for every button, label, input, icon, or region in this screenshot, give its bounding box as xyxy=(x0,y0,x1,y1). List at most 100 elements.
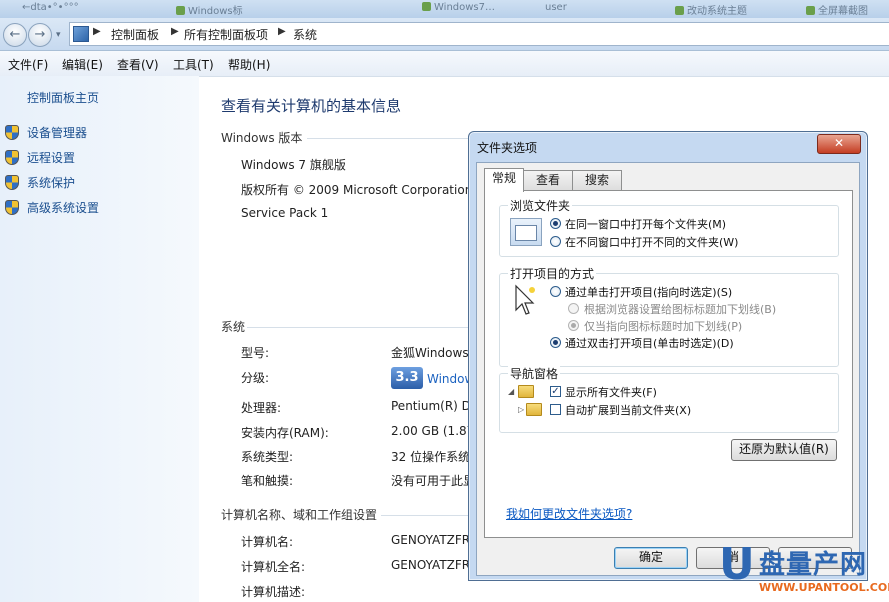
taskbar-tab[interactable]: 全屏幕截图 xyxy=(806,2,889,16)
divider xyxy=(247,327,469,328)
same-window-radio[interactable] xyxy=(550,218,561,229)
app-icon xyxy=(675,6,684,15)
folder-icon xyxy=(518,385,534,398)
breadcrumb-separator[interactable]: ▶ xyxy=(278,26,286,37)
show-all-folders-label[interactable]: 显示所有文件夹(F) xyxy=(565,384,657,400)
system-protection-link[interactable]: 系统保护 xyxy=(5,174,75,192)
system-heading: 系统 xyxy=(221,320,246,334)
page-title: 查看有关计算机的基本信息 xyxy=(221,97,402,115)
tab-search[interactable]: 搜索 xyxy=(572,170,622,191)
system-type-value: 32 位操作系统 xyxy=(391,450,471,464)
auto-expand-label[interactable]: 自动扩展到当前文件夹(X) xyxy=(565,402,691,418)
tab-view[interactable]: 查看 xyxy=(523,170,573,191)
shield-icon xyxy=(5,125,19,140)
remote-settings-link[interactable]: 远程设置 xyxy=(5,149,75,167)
link-label: 设备管理器 xyxy=(27,126,88,140)
pen-touch-value: 没有可用于此显 xyxy=(391,474,476,488)
model-label: 型号: xyxy=(241,346,270,360)
link-label: 高级系统设置 xyxy=(27,201,100,215)
shield-icon xyxy=(5,200,19,215)
app-icon xyxy=(176,6,185,15)
full-name-label: 计算机全名: xyxy=(241,560,306,574)
pointer-cursor-icon xyxy=(510,284,540,318)
taskbar-tab-label: user xyxy=(545,2,567,13)
control-panel-home-link[interactable]: 控制面板主页 xyxy=(27,89,99,106)
breadcrumb-separator[interactable]: ▶ xyxy=(93,26,101,37)
copyright-text: 版权所有 © 2009 Microsoft Corporation xyxy=(241,183,473,197)
app-icon xyxy=(806,6,815,15)
breadcrumb-item-control-panel[interactable]: 控制面板 xyxy=(111,26,159,43)
help-link[interactable]: 我如何更改文件夹选项? xyxy=(506,505,632,522)
ok-button[interactable]: 确定 xyxy=(614,547,688,569)
app-icon xyxy=(422,2,431,11)
breadcrumb[interactable]: ▶ 控制面板 ▶ 所有控制面板项 ▶ 系统 xyxy=(69,22,889,46)
back-button[interactable]: ← xyxy=(3,23,27,47)
close-icon: ✕ xyxy=(833,136,845,150)
browse-folders-group: 浏览文件夹 在同一窗口中打开每个文件夹(M) 在不同窗口中打开不同的文件夹(W) xyxy=(499,197,839,257)
dialog-title: 文件夹选项 xyxy=(477,141,538,155)
underline-point-radio[interactable] xyxy=(568,320,579,331)
new-window-label[interactable]: 在不同窗口中打开不同的文件夹(W) xyxy=(565,234,738,250)
taskbar-tab-label: Windows7… xyxy=(434,2,496,13)
double-click-label[interactable]: 通过双击打开项目(单击时选定)(D) xyxy=(565,335,734,351)
taskbar-tab[interactable]: Windows标 xyxy=(176,2,256,16)
edition-text: Windows 7 旗舰版 xyxy=(241,158,346,172)
new-window-radio[interactable] xyxy=(550,236,561,247)
navigation-pane-group: 导航窗格 ◢ ✓ 显示所有文件夹(F) ▷ 自动扩展到当前文件夹(X) xyxy=(499,365,839,433)
device-manager-link[interactable]: 设备管理器 xyxy=(5,124,87,142)
taskbar-tab-label: Windows标 xyxy=(188,6,243,16)
arrow-right-icon: → xyxy=(34,27,46,42)
service-pack-text: Service Pack 1 xyxy=(241,206,329,220)
expanded-arrow-icon: ◢ xyxy=(508,387,515,396)
windows-edition-heading: Windows 版本 xyxy=(221,131,303,145)
taskbar-tab-label: 改动系统主题 xyxy=(687,6,747,16)
close-button[interactable]: ✕ xyxy=(817,134,861,154)
tab-general[interactable]: 常规 xyxy=(484,168,524,192)
model-value: 金狐Windows xyxy=(391,346,469,360)
breadcrumb-separator[interactable]: ▶ xyxy=(171,26,179,37)
advanced-settings-link[interactable]: 高级系统设置 xyxy=(5,199,99,217)
ram-value: 2.00 GB (1.87 xyxy=(391,424,475,438)
show-all-folders-checkbox[interactable]: ✓ xyxy=(550,386,561,397)
left-task-pane: 控制面板主页 设备管理器 远程设置 系统保护 高级系统设置 xyxy=(0,76,199,602)
menu-bar: 文件(F) 编辑(E) 查看(V) 工具(T) 帮助(H) xyxy=(0,51,889,77)
menu-help[interactable]: 帮助(H) xyxy=(228,56,270,73)
breadcrumb-item-all-items[interactable]: 所有控制面板项 xyxy=(184,26,268,43)
watermark-text: 盘量产网 xyxy=(759,550,868,580)
underline-browser-label[interactable]: 根据浏览器设置给图标标题加下划线(B) xyxy=(584,301,776,317)
browse-folders-legend: 浏览文件夹 xyxy=(508,197,573,214)
link-label: 远程设置 xyxy=(27,151,76,165)
taskbar-tab[interactable]: user xyxy=(545,2,595,16)
rating-label: 分级: xyxy=(241,371,270,385)
taskbar-tab[interactable]: ←dtа•°•°°° xyxy=(22,2,112,16)
taskbar-tab[interactable]: Windows7… xyxy=(422,2,512,16)
breadcrumb-item-system[interactable]: 系统 xyxy=(293,26,317,43)
menu-view[interactable]: 查看(V) xyxy=(117,56,159,73)
same-window-label[interactable]: 在同一窗口中打开每个文件夹(M) xyxy=(565,216,726,232)
menu-file[interactable]: 文件(F) xyxy=(8,56,48,73)
taskbar-tab[interactable]: 改动系统主题 xyxy=(675,2,775,16)
experience-index-badge[interactable]: 3.3 xyxy=(391,367,423,389)
watermark-url: WWW.UPANTOOL.COM xyxy=(759,581,889,594)
address-bar: ← → ▾ ▶ 控制面板 ▶ 所有控制面板项 ▶ 系统 xyxy=(0,18,889,51)
folder-options-dialog: 文件夹选项 ✕ 常规 查看 搜索 浏览文件夹 在同一窗口中打开每个文件夹(M) … xyxy=(468,131,868,581)
description-label: 计算机描述: xyxy=(241,585,306,599)
menu-tools[interactable]: 工具(T) xyxy=(173,56,214,73)
computer-name-value: GENOYATZFR xyxy=(391,533,471,547)
shield-icon xyxy=(5,175,19,190)
restore-defaults-button[interactable]: 还原为默认值(R) xyxy=(731,439,837,461)
auto-expand-checkbox[interactable] xyxy=(550,404,561,415)
arrow-left-icon: ← xyxy=(9,27,21,42)
menu-edit[interactable]: 编辑(E) xyxy=(62,56,103,73)
single-click-label[interactable]: 通过单击打开项目(指向时选定)(S) xyxy=(565,284,732,300)
taskbar-tab-strip: ←dtа•°•°°° Windows标 Windows7… user 改动系统主… xyxy=(0,0,889,18)
forward-button[interactable]: → xyxy=(28,23,52,47)
underline-point-label[interactable]: 仅当指向图标标题时加下划线(P) xyxy=(584,318,742,334)
double-click-radio[interactable] xyxy=(550,337,561,348)
computer-name-label: 计算机名: xyxy=(241,535,294,549)
computer-name-heading: 计算机名称、域和工作组设置 xyxy=(221,508,378,522)
tab-panel-general: 浏览文件夹 在同一窗口中打开每个文件夹(M) 在不同窗口中打开不同的文件夹(W)… xyxy=(484,190,853,538)
single-click-radio[interactable] xyxy=(550,286,561,297)
recent-pages-dropdown[interactable]: ▾ xyxy=(56,30,61,40)
underline-browser-radio[interactable] xyxy=(568,303,579,314)
